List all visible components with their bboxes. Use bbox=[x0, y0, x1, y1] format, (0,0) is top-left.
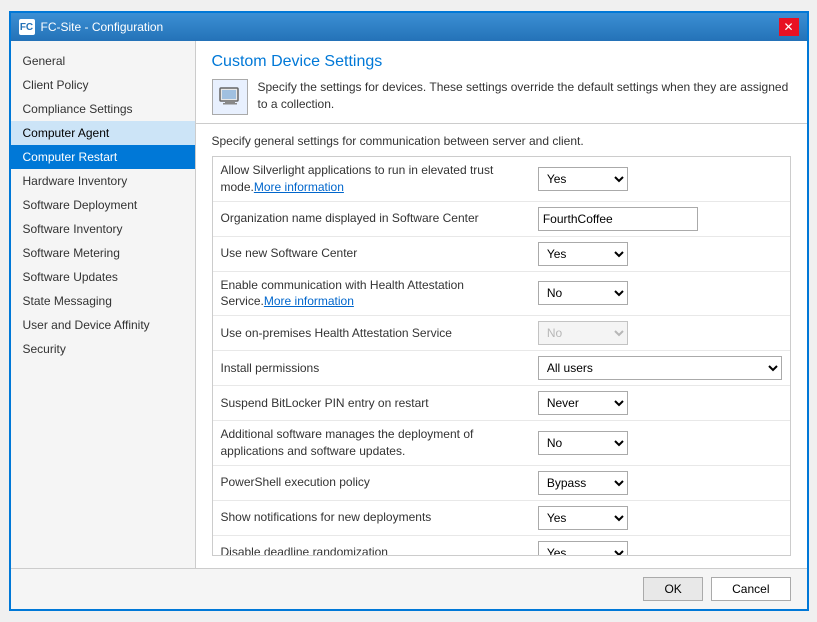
select-show-notifications[interactable]: YesNo bbox=[538, 506, 628, 530]
settings-label-bitlocker-pin: Suspend BitLocker PIN entry on restart bbox=[213, 386, 530, 421]
window-icon: FC bbox=[19, 19, 35, 35]
sidebar-item-client-policy[interactable]: Client Policy bbox=[11, 73, 195, 97]
settings-row-bitlocker-pin: Suspend BitLocker PIN entry on restart Ne… bbox=[213, 386, 790, 421]
panel-description: Specify the settings for devices. These … bbox=[212, 79, 791, 115]
title-bar: FC FC-Site - Configuration ✕ bbox=[11, 13, 807, 41]
settings-label-silverlight: Allow Silverlight applications to run in… bbox=[213, 157, 530, 201]
settings-label-disable-deadline: Disable deadline randomization bbox=[213, 535, 530, 556]
settings-control-bitlocker-pin[interactable]: NeverAlways bbox=[530, 386, 790, 421]
settings-subtitle: Specify general settings for communicati… bbox=[212, 134, 791, 148]
ok-button[interactable]: OK bbox=[643, 577, 703, 601]
footer: OK Cancel bbox=[11, 568, 807, 609]
settings-control-powershell-policy[interactable]: BypassAllSignedRestricted bbox=[530, 465, 790, 500]
select-additional-software[interactable]: NoYes bbox=[538, 431, 628, 455]
settings-row-onprem-health: Use on-premises Health Attestation Servi… bbox=[213, 316, 790, 351]
settings-table: Allow Silverlight applications to run in… bbox=[213, 157, 790, 556]
sidebar-item-computer-agent[interactable]: Computer Agent bbox=[11, 121, 195, 145]
settings-label-health-attestation: Enable communication with Health Attesta… bbox=[213, 271, 530, 316]
main-window: FC FC-Site - Configuration ✕ GeneralClie… bbox=[9, 11, 809, 611]
window-title: FC-Site - Configuration bbox=[41, 20, 164, 34]
settings-control-org-name[interactable] bbox=[530, 201, 790, 236]
settings-row-powershell-policy: PowerShell execution policy BypassAllSign… bbox=[213, 465, 790, 500]
settings-label-org-name: Organization name displayed in Software … bbox=[213, 201, 530, 236]
sidebar-item-software-updates[interactable]: Software Updates bbox=[11, 265, 195, 289]
select-health-attestation[interactable]: NoYes bbox=[538, 281, 628, 305]
settings-label-show-notifications: Show notifications for new deployments bbox=[213, 500, 530, 535]
panel-header: Custom Device Settings Specify the setti… bbox=[196, 41, 807, 124]
settings-label-install-permissions: Install permissions bbox=[213, 351, 530, 386]
sidebar-item-software-deployment[interactable]: Software Deployment bbox=[11, 193, 195, 217]
settings-control-silverlight[interactable]: YesNo bbox=[530, 157, 790, 201]
select-onprem-health[interactable]: NoYes bbox=[538, 321, 628, 345]
settings-row-show-notifications: Show notifications for new deployments Ye… bbox=[213, 500, 790, 535]
select-silverlight[interactable]: YesNo bbox=[538, 167, 628, 191]
settings-control-new-software-center[interactable]: YesNo bbox=[530, 236, 790, 271]
close-button[interactable]: ✕ bbox=[779, 18, 799, 36]
sidebar-item-general[interactable]: General bbox=[11, 49, 195, 73]
title-bar-left: FC FC-Site - Configuration bbox=[19, 19, 164, 35]
settings-area: Specify general settings for communicati… bbox=[196, 124, 807, 568]
settings-control-onprem-health[interactable]: NoYes bbox=[530, 316, 790, 351]
settings-row-install-permissions: Install permissions All usersOnly adminis… bbox=[213, 351, 790, 386]
link-health-attestation[interactable]: More information bbox=[264, 294, 354, 308]
settings-label-additional-software: Additional software manages the deployme… bbox=[213, 421, 530, 466]
select-powershell-policy[interactable]: BypassAllSignedRestricted bbox=[538, 471, 628, 495]
select-new-software-center[interactable]: YesNo bbox=[538, 242, 628, 266]
sidebar-item-state-messaging[interactable]: State Messaging bbox=[11, 289, 195, 313]
cancel-button[interactable]: Cancel bbox=[711, 577, 790, 601]
settings-label-new-software-center: Use new Software Center bbox=[213, 236, 530, 271]
settings-row-org-name: Organization name displayed in Software … bbox=[213, 201, 790, 236]
settings-label-onprem-health: Use on-premises Health Attestation Servi… bbox=[213, 316, 530, 351]
settings-row-additional-software: Additional software manages the deployme… bbox=[213, 421, 790, 466]
sidebar-item-computer-restart[interactable]: Computer Restart bbox=[11, 145, 195, 169]
main-panel: Custom Device Settings Specify the setti… bbox=[196, 41, 807, 568]
settings-label-powershell-policy: PowerShell execution policy bbox=[213, 465, 530, 500]
sidebar-item-hardware-inventory[interactable]: Hardware Inventory bbox=[11, 169, 195, 193]
panel-icon bbox=[212, 79, 248, 115]
settings-row-disable-deadline: Disable deadline randomization YesNo bbox=[213, 535, 790, 556]
sidebar-item-compliance-settings[interactable]: Compliance Settings bbox=[11, 97, 195, 121]
panel-title: Custom Device Settings bbox=[212, 53, 791, 71]
settings-control-health-attestation[interactable]: NoYes bbox=[530, 271, 790, 316]
sidebar-item-software-inventory[interactable]: Software Inventory bbox=[11, 217, 195, 241]
content-area: GeneralClient PolicyCompliance SettingsC… bbox=[11, 41, 807, 568]
link-silverlight[interactable]: More information bbox=[254, 180, 344, 194]
select-install-permissions[interactable]: All usersOnly administratorsOnly adminis… bbox=[538, 356, 782, 380]
settings-control-install-permissions[interactable]: All usersOnly administratorsOnly adminis… bbox=[530, 351, 790, 386]
input-org-name[interactable] bbox=[538, 207, 698, 231]
settings-row-new-software-center: Use new Software Center YesNo bbox=[213, 236, 790, 271]
select-disable-deadline[interactable]: YesNo bbox=[538, 541, 628, 556]
sidebar-item-security[interactable]: Security bbox=[11, 337, 195, 361]
settings-control-additional-software[interactable]: NoYes bbox=[530, 421, 790, 466]
settings-row-silverlight: Allow Silverlight applications to run in… bbox=[213, 157, 790, 201]
settings-scroll[interactable]: Allow Silverlight applications to run in… bbox=[212, 156, 791, 556]
settings-control-show-notifications[interactable]: YesNo bbox=[530, 500, 790, 535]
sidebar: GeneralClient PolicyCompliance SettingsC… bbox=[11, 41, 196, 568]
sidebar-item-software-metering[interactable]: Software Metering bbox=[11, 241, 195, 265]
sidebar-item-user-device-affinity[interactable]: User and Device Affinity bbox=[11, 313, 195, 337]
settings-row-health-attestation: Enable communication with Health Attesta… bbox=[213, 271, 790, 316]
select-bitlocker-pin[interactable]: NeverAlways bbox=[538, 391, 628, 415]
panel-description-text: Specify the settings for devices. These … bbox=[258, 79, 791, 113]
settings-control-disable-deadline[interactable]: YesNo bbox=[530, 535, 790, 556]
